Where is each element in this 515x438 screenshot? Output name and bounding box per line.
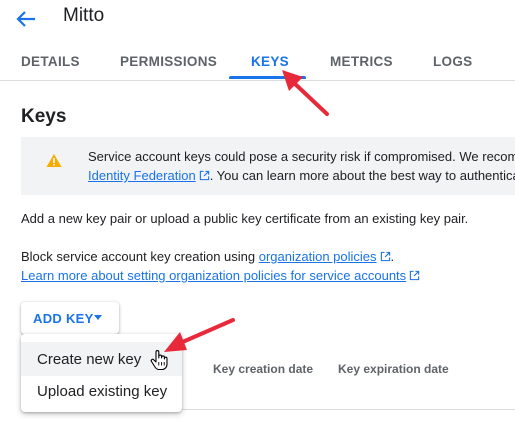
tab-logs[interactable]: LOGS [433, 54, 472, 69]
warning-banner: Service account keys could pose a securi… [21, 137, 515, 195]
intro-text: Add a new key pair or upload a public ke… [21, 211, 469, 226]
column-header-key-expiration-date[interactable]: Key expiration date [338, 362, 449, 376]
external-link-icon [380, 251, 390, 262]
section-title: Keys [21, 106, 67, 127]
add-key-button[interactable]: ADD KEY [21, 302, 119, 334]
back-arrow-icon[interactable] [14, 8, 38, 30]
learn-more-org-policies-link[interactable]: Learn more about setting organization po… [21, 268, 406, 283]
external-link-icon [199, 170, 209, 181]
tab-metrics[interactable]: METRICS [330, 54, 393, 69]
warning-text-line1: Service account keys could pose a securi… [88, 149, 515, 164]
warning-icon [46, 154, 62, 167]
external-link-icon [409, 270, 420, 281]
hand-cursor-icon [150, 350, 168, 371]
tab-permissions[interactable]: PERMISSIONS [120, 54, 217, 69]
organization-policies-link[interactable]: organization policies [259, 249, 377, 264]
column-header-key-creation-date[interactable]: Key creation date [213, 362, 313, 376]
learn-more-line: Learn more about setting organization po… [21, 268, 420, 283]
menu-item-label: Upload existing key [37, 383, 168, 400]
menu-item-label: Create new key [37, 351, 142, 368]
warning-text-line2: Identity Federation . You can learn more … [88, 168, 515, 183]
block-creation-prefix: Block service account key creation using [21, 249, 259, 264]
identity-federation-link[interactable]: Identity Federation [88, 168, 196, 183]
dropdown-arrow-icon [94, 315, 102, 320]
block-creation-text: Block service account key creation using… [21, 249, 394, 264]
block-creation-suffix: . [390, 249, 395, 264]
page-title: Mitto [63, 5, 105, 26]
annotation-arrow-keys-tab [282, 70, 329, 116]
add-key-label: ADD KEY [33, 311, 94, 326]
menu-item-upload-existing-key[interactable]: Upload existing key [21, 374, 182, 408]
tab-details[interactable]: DETAILS [21, 54, 80, 69]
warning-text-rest: . You can learn more about the best way … [209, 168, 515, 183]
